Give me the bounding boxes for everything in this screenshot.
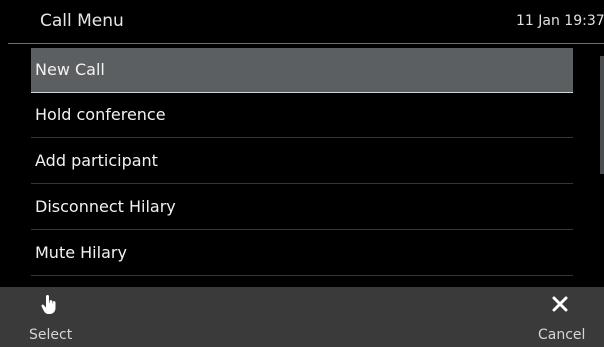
cancel-label: Cancel — [538, 327, 586, 343]
menu-item-label: New Call — [35, 60, 105, 79]
menu-item-label: Mute Hilary — [35, 243, 127, 262]
softkey-bar: Select Cancel — [0, 287, 604, 347]
menu-item-mute-hilary[interactable]: Mute Hilary — [31, 231, 573, 276]
menu-item-disconnect-hilary[interactable]: Disconnect Hilary — [31, 185, 573, 230]
page-title: Call Menu — [40, 11, 124, 31]
call-menu-screen: Call Menu 11 Jan 19:37 New Call Hold con… — [0, 0, 604, 347]
cancel-button[interactable]: Cancel — [504, 287, 604, 347]
hand-pointer-icon — [41, 295, 57, 319]
header-divider — [8, 43, 604, 44]
menu-item-add-participant[interactable]: Add participant — [31, 139, 573, 184]
menu-item-label: Add participant — [35, 151, 158, 170]
datetime: 11 Jan 19:37 — [516, 13, 604, 29]
select-button[interactable]: Select — [0, 287, 100, 347]
menu-item-label: Disconnect Hilary — [35, 197, 176, 216]
select-label: Select — [29, 327, 73, 343]
scrollbar[interactable] — [600, 56, 604, 174]
menu-item-new-call[interactable]: New Call — [31, 48, 573, 93]
menu-item-hold-conference[interactable]: Hold conference — [31, 93, 573, 138]
header: Call Menu 11 Jan 19:37 — [0, 0, 604, 44]
close-icon — [551, 295, 569, 317]
menu-item-label: Hold conference — [35, 105, 166, 124]
